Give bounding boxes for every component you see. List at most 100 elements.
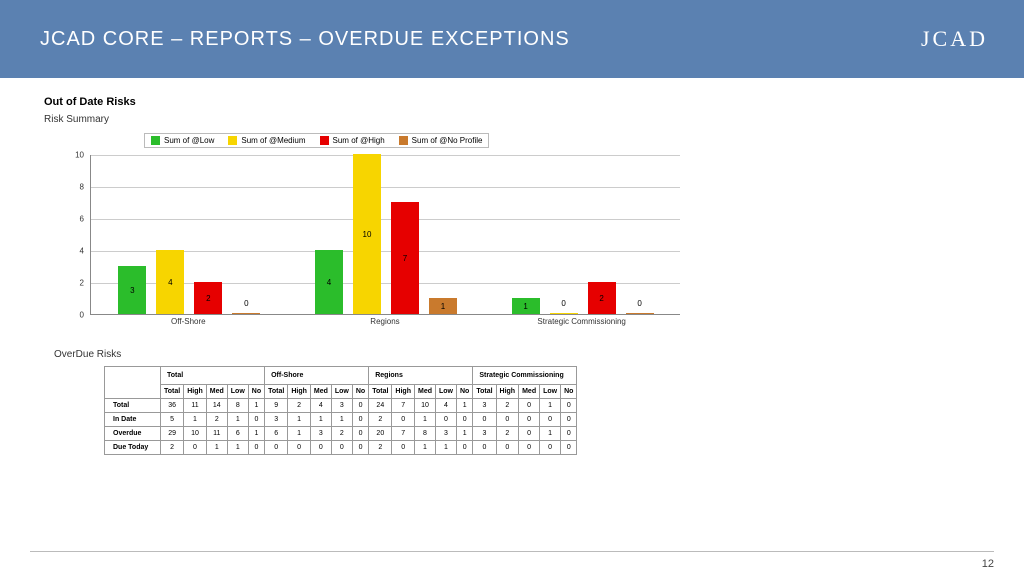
chart-plot-area: 3420410711020 xyxy=(90,155,680,315)
x-axis-label: Off-Shore xyxy=(90,317,287,326)
table-sub-header: High xyxy=(496,385,519,399)
legend-swatch xyxy=(151,136,160,145)
table-cell: 2 xyxy=(496,427,519,441)
table-sub-header: Med xyxy=(414,385,435,399)
table-cell: 1 xyxy=(248,427,264,441)
table-cell: 3 xyxy=(473,427,496,441)
legend-item: Sum of @No Profile xyxy=(399,136,483,145)
bar-value-label: 2 xyxy=(599,294,603,303)
table-cell: 1 xyxy=(540,427,561,441)
bar-group: 41071 xyxy=(315,154,457,314)
page-title: JCAD CORE – REPORTS – OVERDUE EXCEPTIONS xyxy=(40,28,570,51)
table-sub-header: Low xyxy=(227,385,248,399)
table-cell: 0 xyxy=(473,413,496,427)
table-cell: 14 xyxy=(206,399,227,413)
table-cell: 0 xyxy=(561,413,577,427)
table-row-label: Due Today xyxy=(105,441,161,455)
table-cell: 10 xyxy=(414,399,435,413)
table-cell: 3 xyxy=(435,427,456,441)
chart-bar: 0 xyxy=(626,313,654,314)
table-cell: 24 xyxy=(369,399,392,413)
table-cell: 2 xyxy=(369,441,392,455)
bar-value-label: 10 xyxy=(363,230,372,239)
table-title: OverDue Risks xyxy=(54,349,984,360)
table-cell: 0 xyxy=(331,441,352,455)
slide-header: JCAD CORE – REPORTS – OVERDUE EXCEPTIONS… xyxy=(0,0,1024,78)
table-cell: 1 xyxy=(184,413,207,427)
table-cell: 0 xyxy=(352,427,368,441)
bar-value-label: 0 xyxy=(244,299,248,308)
table-sub-header: Total xyxy=(473,385,496,399)
table-sub-header: No xyxy=(561,385,577,399)
table-sub-header: No xyxy=(456,385,472,399)
risk-summary-chart: Sum of @Low Sum of @Medium Sum of @High Sum… xyxy=(54,129,694,339)
bar-value-label: 4 xyxy=(168,278,172,287)
table-cell: 1 xyxy=(310,413,331,427)
table-cell: 29 xyxy=(161,427,184,441)
table-cell: 1 xyxy=(414,441,435,455)
table-cell: 0 xyxy=(435,413,456,427)
table-cell: 8 xyxy=(227,399,248,413)
table-cell: 0 xyxy=(540,441,561,455)
table-row: Due Today20110000002011000000 xyxy=(105,441,577,455)
table-sub-header: Low xyxy=(331,385,352,399)
table-sub-header: High xyxy=(288,385,311,399)
table-cell: 0 xyxy=(519,441,540,455)
table-cell: 0 xyxy=(265,441,288,455)
table-row: Overdue291011616132020783132010 xyxy=(105,427,577,441)
table-cell: 0 xyxy=(561,427,577,441)
legend-label: Sum of @Medium xyxy=(241,136,305,145)
table-cell: 0 xyxy=(352,399,368,413)
bar-value-label: 1 xyxy=(523,302,527,311)
bar-group: 1 0 2 0 xyxy=(512,282,654,314)
bar-value-label: 0 xyxy=(561,299,565,308)
table-cell: 9 xyxy=(265,399,288,413)
bar-value-label: 0 xyxy=(637,299,641,308)
legend-label: Sum of @High xyxy=(333,136,385,145)
table-cell: 1 xyxy=(288,427,311,441)
table-cell: 1 xyxy=(331,413,352,427)
bar-value-label: 7 xyxy=(403,254,407,263)
table-cell: 0 xyxy=(352,413,368,427)
y-axis-tick: 8 xyxy=(54,183,84,192)
table-cell: 0 xyxy=(248,413,264,427)
table-cell: 36 xyxy=(161,399,184,413)
legend-swatch xyxy=(320,136,329,145)
table-cell: 3 xyxy=(265,413,288,427)
legend-item: Sum of @Low xyxy=(151,136,214,145)
table-sub-header: Total xyxy=(265,385,288,399)
table-cell: 0 xyxy=(392,441,415,455)
table-cell: 0 xyxy=(456,441,472,455)
y-axis-tick: 6 xyxy=(54,215,84,224)
table-cell: 11 xyxy=(184,399,207,413)
table-group-header: Strategic Commissioning xyxy=(473,367,577,385)
table-cell: 1 xyxy=(248,399,264,413)
chart-bar: 1 xyxy=(429,298,457,314)
table-group-header: Total xyxy=(161,367,265,385)
table-row-label: Overdue xyxy=(105,427,161,441)
section-title: Out of Date Risks xyxy=(44,96,984,108)
table-group-header: Regions xyxy=(369,367,473,385)
table-cell: 3 xyxy=(310,427,331,441)
table-cell: 0 xyxy=(561,441,577,455)
table-cell: 1 xyxy=(206,441,227,455)
table-group-header: Off-Shore xyxy=(265,367,369,385)
chart-title: Risk Summary xyxy=(44,114,984,125)
table-cell: 3 xyxy=(473,399,496,413)
table-sub-header: High xyxy=(392,385,415,399)
table-cell: 11 xyxy=(206,427,227,441)
table-cell: 1 xyxy=(540,399,561,413)
table-row: Total3611148192430247104132010 xyxy=(105,399,577,413)
table-cell: 6 xyxy=(265,427,288,441)
table-cell: 0 xyxy=(392,413,415,427)
table-sub-header: Low xyxy=(540,385,561,399)
table-sub-header: Total xyxy=(369,385,392,399)
table-sub-header: Med xyxy=(310,385,331,399)
table-cell: 2 xyxy=(331,427,352,441)
legend-label: Sum of @No Profile xyxy=(412,136,483,145)
table-cell: 0 xyxy=(456,413,472,427)
table-cell: 4 xyxy=(435,399,456,413)
table-cell: 1 xyxy=(227,413,248,427)
table-cell: 7 xyxy=(392,427,415,441)
legend-label: Sum of @Low xyxy=(164,136,214,145)
